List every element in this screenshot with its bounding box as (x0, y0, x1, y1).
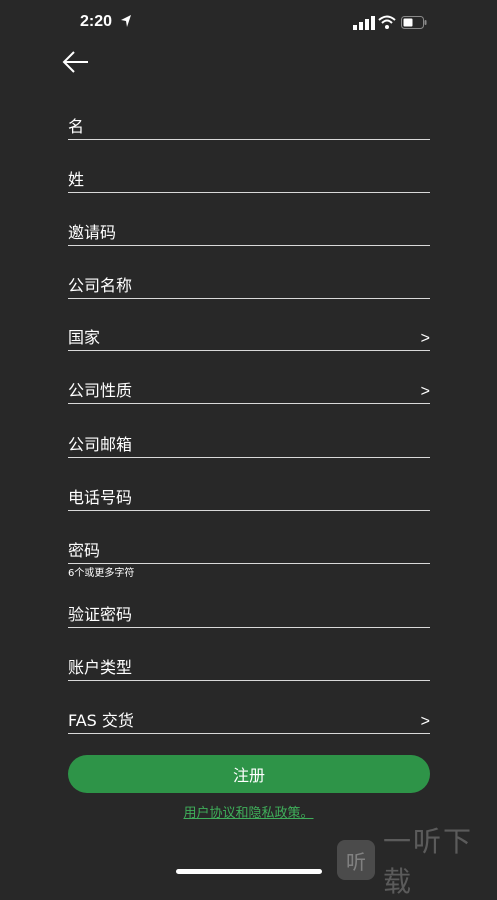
field-underline (68, 403, 430, 404)
field-label: 密码 (68, 541, 101, 560)
company-type-select[interactable]: 公司性质 > (68, 364, 430, 404)
wifi-icon (378, 15, 396, 29)
status-bar: 2:20 (0, 0, 497, 46)
field-underline (68, 350, 430, 351)
field-label: 公司性质 (68, 381, 133, 400)
account-type-field[interactable]: 账户类型 (68, 641, 430, 681)
field-label: 公司名称 (68, 276, 133, 295)
field-underline (68, 192, 430, 193)
field-label: 姓 (68, 170, 85, 189)
field-underline (68, 680, 430, 681)
watermark-logo: 听 (337, 840, 375, 880)
phone-number-field[interactable]: 电话号码 (68, 471, 430, 511)
field-label: 验证密码 (68, 605, 133, 624)
invite-code-field[interactable]: 邀请码 (68, 206, 430, 246)
location-arrow-icon (121, 15, 131, 27)
password-field[interactable]: 密码 (68, 524, 430, 564)
last-name-field[interactable]: 姓 (68, 153, 430, 193)
field-label: 电话号码 (68, 488, 133, 507)
field-underline (68, 245, 430, 246)
field-label: 邀请码 (68, 223, 117, 242)
battery-icon (401, 16, 427, 29)
watermark: 听 一听下载 (337, 825, 497, 898)
chevron-right-icon: > (420, 383, 430, 400)
policy-link[interactable]: 用户协议和隐私政策。 (0, 802, 497, 821)
register-button[interactable]: 注册 (68, 755, 430, 793)
field-label: 国家 (68, 328, 101, 347)
home-indicator[interactable] (176, 869, 322, 874)
company-email-field[interactable]: 公司邮箱 (68, 418, 430, 458)
signal-icon (353, 16, 375, 30)
back-arrow-icon[interactable] (60, 46, 92, 78)
field-underline (68, 627, 430, 628)
field-label: 名 (68, 117, 85, 136)
chevron-right-icon: > (420, 330, 430, 347)
field-underline (68, 733, 430, 734)
confirm-password-field[interactable]: 验证密码 (68, 588, 430, 628)
company-name-field[interactable]: 公司名称 (68, 259, 430, 299)
status-time: 2:20 (80, 13, 113, 30)
field-label: FAS 交货 (68, 711, 134, 730)
field-underline (68, 139, 430, 140)
watermark-text: 一听下载 (383, 825, 474, 898)
country-select[interactable]: 国家 > (68, 311, 430, 351)
field-label: 账户类型 (68, 658, 133, 677)
field-underline (68, 298, 430, 299)
field-underline (68, 510, 430, 511)
first-name-field[interactable]: 名 (68, 100, 430, 140)
fas-delivery-select[interactable]: FAS 交货 > (68, 694, 430, 734)
field-label: 公司邮箱 (68, 435, 133, 454)
field-underline (68, 457, 430, 458)
chevron-right-icon: > (420, 713, 430, 730)
password-hint: 6个或更多字符 (68, 568, 135, 579)
